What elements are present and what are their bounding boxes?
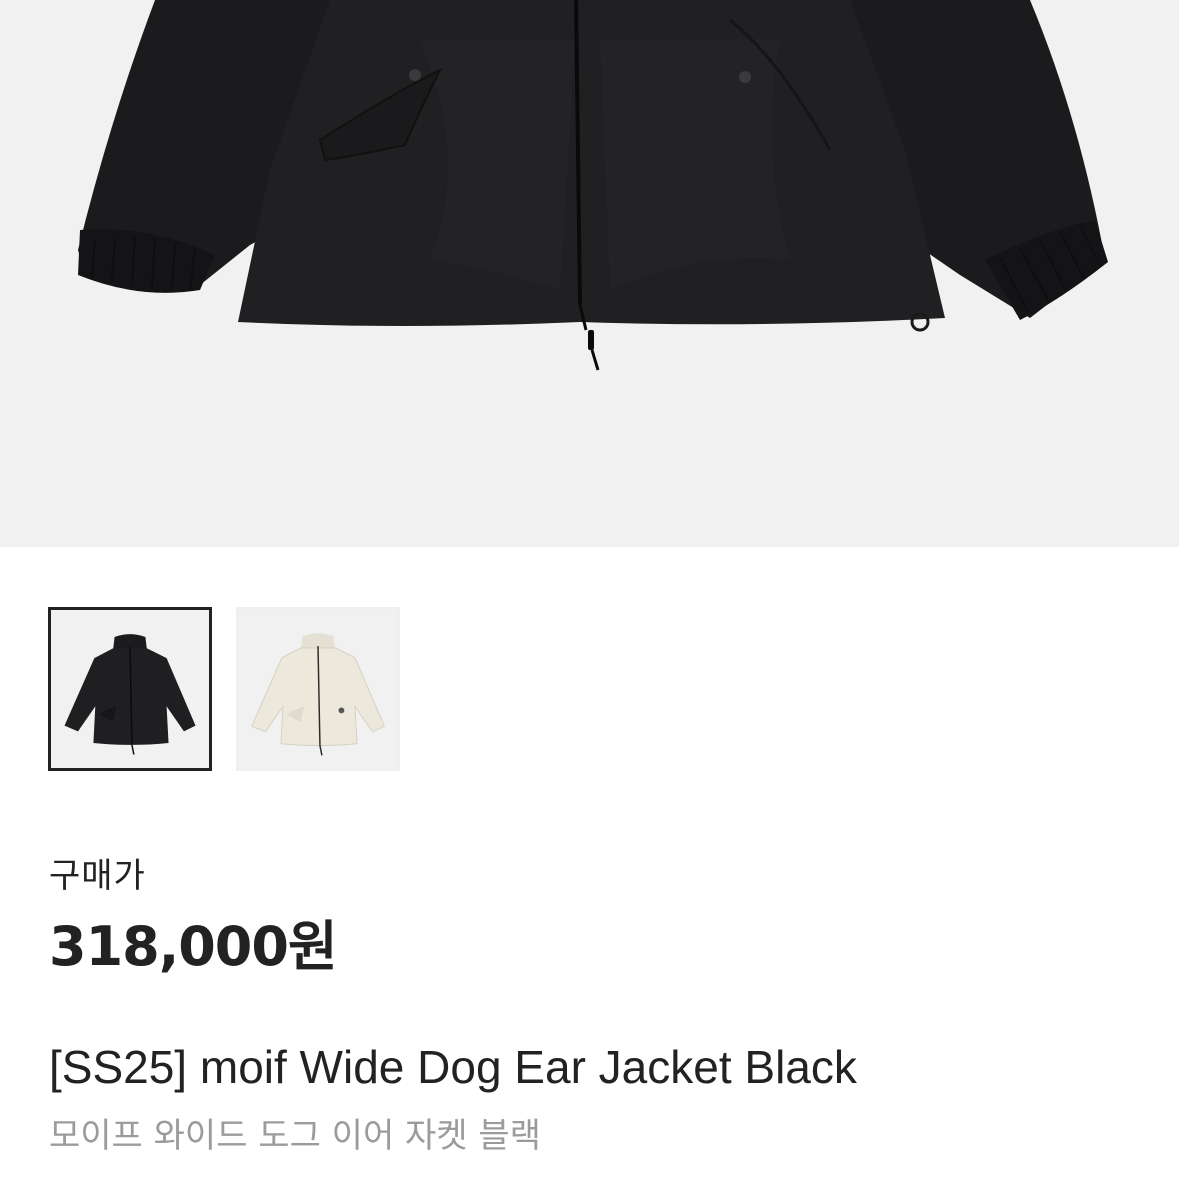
thumbnail-list [48,607,400,771]
price-value: 318,000원 [49,915,338,978]
black-jacket-illustration [78,0,1108,371]
thumbnail-ivory[interactable] [236,607,400,771]
thumbnail-black[interactable] [48,607,212,771]
product-name-korean: 모이프 와이드 도그 이어 자켓 블랙 [49,1116,541,1156]
black-jacket-thumbnail-image [51,610,209,768]
product-hero-image[interactable] [0,0,1179,547]
ivory-jacket-thumbnail-image [238,609,398,769]
product-name-english: [SS25] moif Wide Dog Ear Jacket Black [49,1041,857,1093]
price-label: 구매가 [49,856,146,896]
